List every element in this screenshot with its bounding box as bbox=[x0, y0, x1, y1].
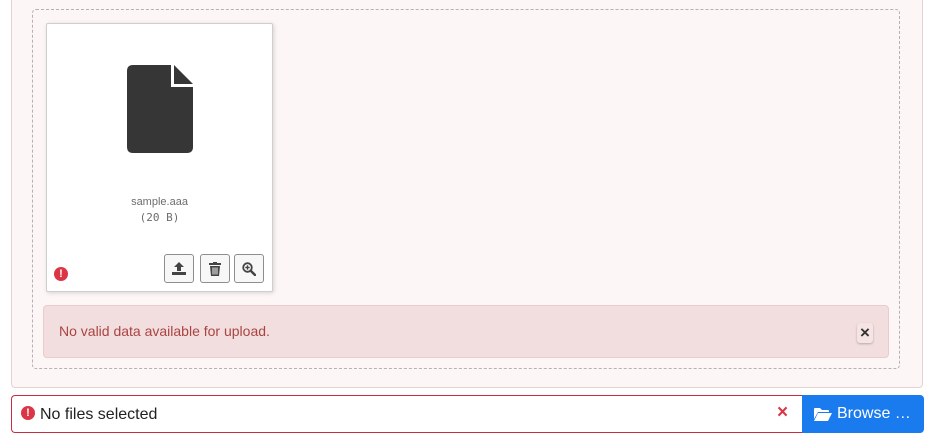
zoom-file-button[interactable] bbox=[234, 254, 264, 283]
caption-text: No files selected bbox=[40, 406, 158, 423]
folder-open-icon bbox=[814, 408, 832, 421]
remove-file-button[interactable] bbox=[200, 254, 230, 283]
file-preview-card: sample.aaa (20 B) ! bbox=[46, 23, 273, 292]
file-name: sample.aaa bbox=[131, 196, 188, 208]
file-icon bbox=[127, 65, 193, 153]
upload-icon bbox=[172, 262, 186, 275]
zoom-in-icon bbox=[242, 261, 256, 276]
file-caption[interactable]: ! No files selected × bbox=[11, 395, 803, 433]
error-icon: ! bbox=[21, 406, 35, 420]
close-alert-button[interactable]: × bbox=[857, 323, 873, 343]
browse-label: Browse … bbox=[837, 405, 911, 422]
upload-error-alert: No valid data available for upload. × bbox=[43, 305, 889, 358]
browse-button[interactable]: Browse … bbox=[802, 395, 924, 433]
file-size: (20 B) bbox=[139, 211, 180, 224]
upload-file-button[interactable] bbox=[164, 254, 194, 283]
error-icon: ! bbox=[54, 267, 68, 281]
alert-message: No valid data available for upload. bbox=[59, 323, 270, 339]
trash-icon bbox=[209, 261, 221, 276]
clear-files-button[interactable]: × bbox=[777, 402, 788, 424]
